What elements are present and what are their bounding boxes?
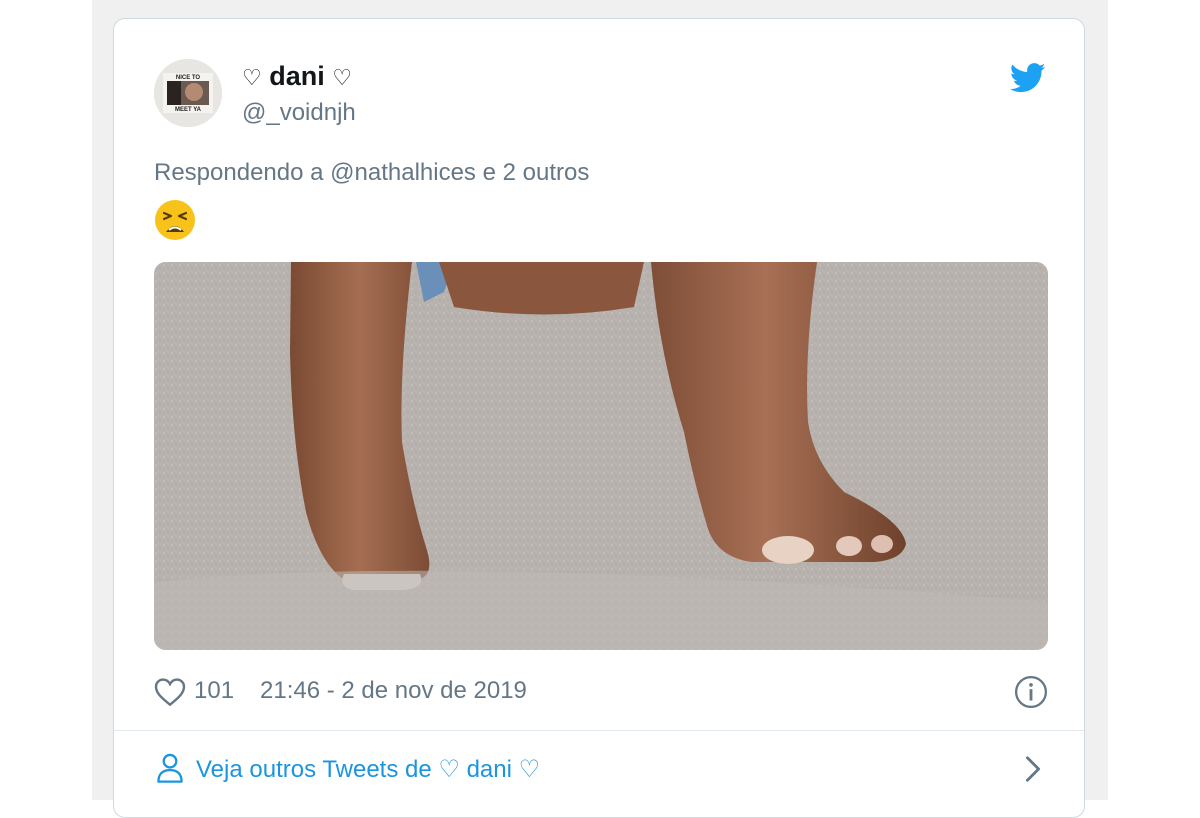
tweet-timestamp[interactable]: 21:46 - 2 de nov de 2019	[260, 677, 527, 705]
more-tweets-label: Veja outros Tweets de ♡ dani ♡	[196, 756, 541, 783]
avatar-image: NICE TO MEET YA	[154, 59, 222, 127]
heart-outline-icon[interactable]	[154, 677, 186, 707]
weary-face-emoji	[155, 200, 195, 240]
embedded-tweet-card: NICE TO MEET YA ♡ dani ♡ @_voidnjh Respo…	[113, 18, 1085, 818]
info-icon[interactable]	[1014, 675, 1048, 709]
chevron-right-icon[interactable]	[1022, 755, 1044, 783]
feet-in-sand-image	[154, 262, 1048, 650]
avatar[interactable]: NICE TO MEET YA	[154, 59, 222, 127]
name-prefix-heart: ♡	[242, 65, 262, 90]
tweet-meta-row: 101 21:46 - 2 de nov de 2019	[154, 675, 1048, 709]
card-divider	[114, 730, 1084, 731]
twitter-bird-icon[interactable]	[1010, 63, 1046, 93]
person-outline-icon	[157, 753, 183, 783]
more-tweets-link[interactable]: Veja outros Tweets de ♡ dani ♡	[154, 749, 1048, 789]
svg-text:NICE TO: NICE TO	[176, 75, 201, 81]
author-display-name[interactable]: ♡ dani ♡	[242, 61, 352, 92]
author-name: dani	[269, 61, 325, 91]
tweet-media-photo[interactable]	[154, 262, 1048, 650]
like-count[interactable]: 101	[194, 677, 234, 705]
svg-text:MEET YA: MEET YA	[175, 107, 202, 113]
name-suffix-heart: ♡	[332, 65, 353, 90]
reply-context[interactable]: Respondendo a @nathalhices e 2 outros	[154, 159, 589, 187]
author-handle[interactable]: @_voidnjh	[242, 99, 356, 127]
